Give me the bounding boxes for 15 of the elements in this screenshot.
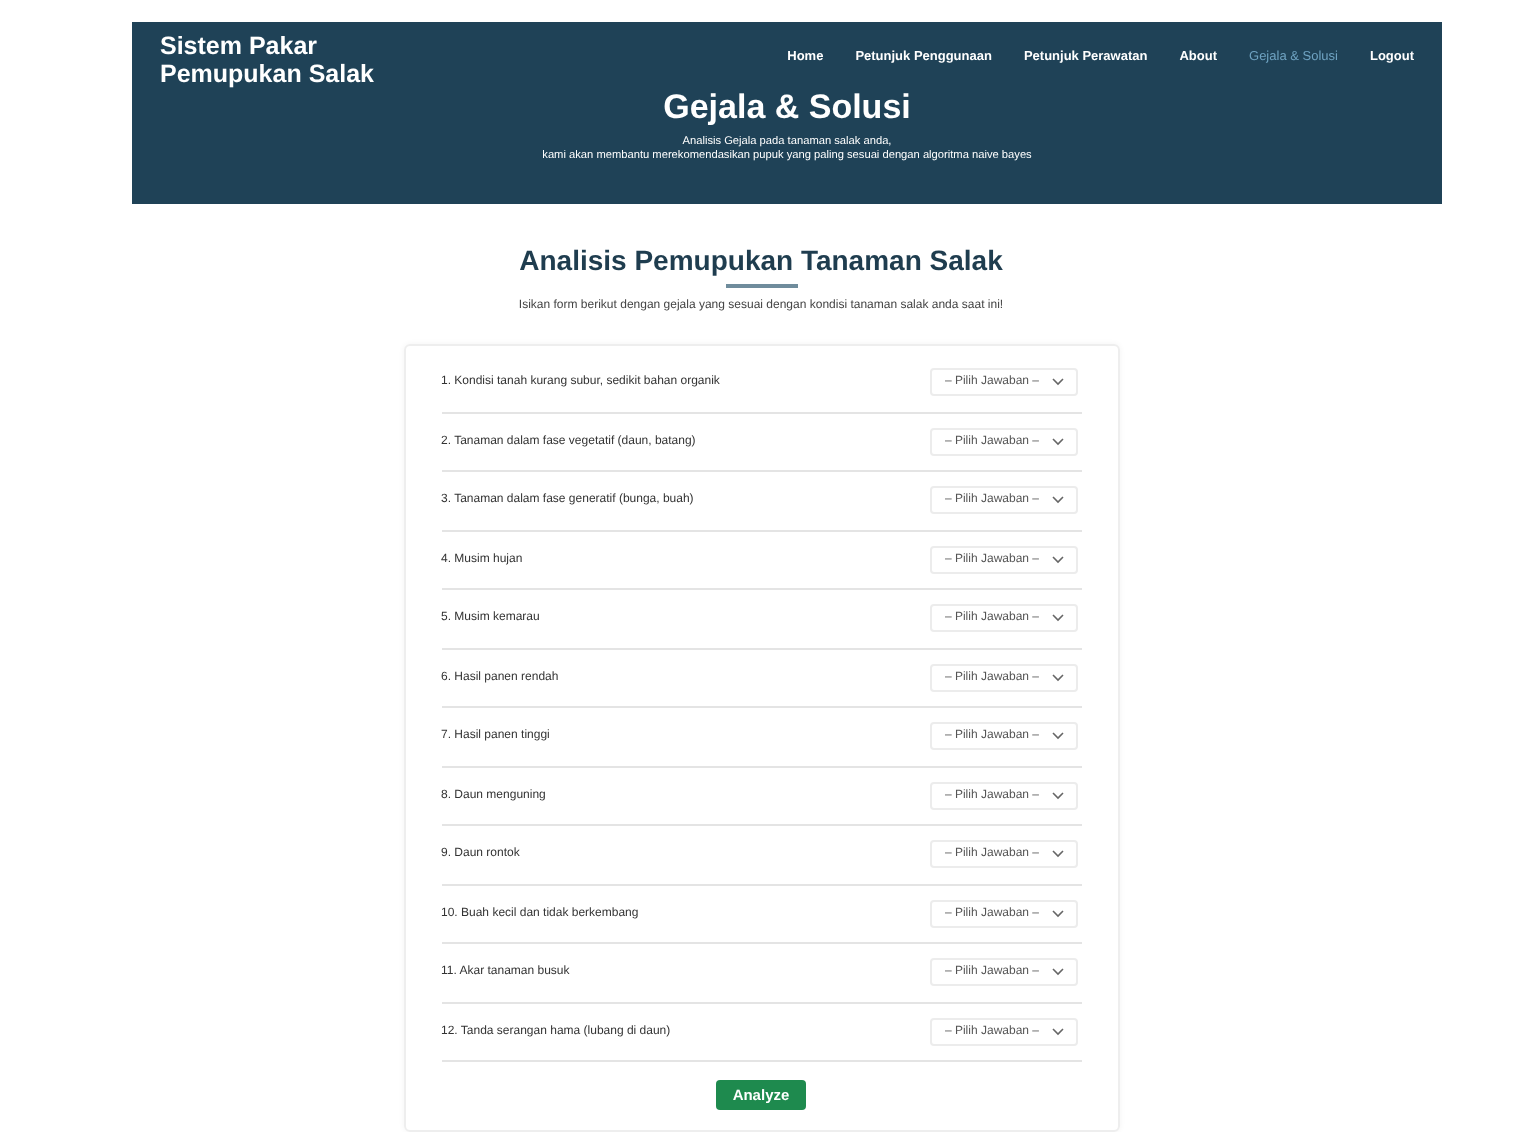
chevron-down-icon [1051, 791, 1063, 800]
chevron-down-icon [1051, 968, 1063, 977]
site-brand[interactable]: Sistem Pakar Pemupukan Salak [160, 32, 460, 88]
chevron-down-icon [1051, 850, 1063, 859]
chevron-down-icon [1051, 673, 1063, 682]
chevron-down-icon [1051, 437, 1063, 446]
chevron-down-icon [1051, 732, 1063, 741]
chevron-down-icon [1051, 614, 1063, 623]
chevron-down-icon [1051, 1027, 1063, 1036]
chevron-down-icon [1051, 378, 1063, 387]
section-title: Analisis Pemupukan Tanaman Salak [519, 244, 1003, 276]
chevron-down-icon [1051, 555, 1063, 564]
chevron-down-icon [1051, 909, 1063, 918]
hero-title: Gejala & Solusi [663, 88, 911, 128]
chevron-down-icon [1051, 496, 1063, 505]
